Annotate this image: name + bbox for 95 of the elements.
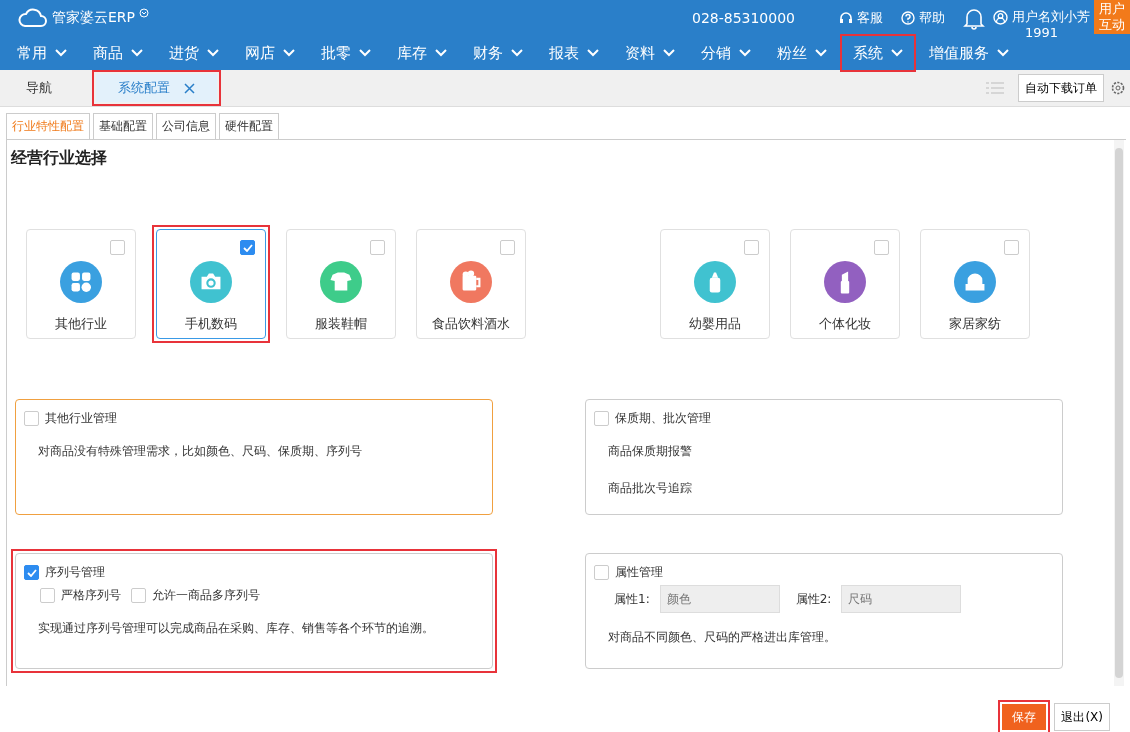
sub-tab[interactable]: 行业特性配置 [6, 113, 90, 139]
menu-item[interactable]: 商品 [84, 38, 152, 68]
app-logo: 管家婆云ERP [52, 9, 135, 27]
option-label: 严格序列号 [61, 587, 121, 604]
description-text: 对商品没有特殊管理需求，比如颜色、尺码、保质期、序列号 [38, 443, 363, 460]
scrollbar[interactable] [1114, 140, 1124, 686]
industry-card[interactable]: 服装鞋帽 [286, 229, 396, 339]
menu-item[interactable]: 库存 [388, 38, 456, 68]
menu-item[interactable]: 分销 [692, 38, 760, 68]
industry-label: 家居家纺 [949, 315, 1001, 333]
industry-card[interactable]: 食品饮料酒水 [416, 229, 526, 339]
phone-number: 028-85310000 [691, 10, 795, 26]
industry-label: 幼婴用品 [689, 315, 741, 333]
panel-title: 保质期、批次管理 [615, 410, 711, 427]
headset-icon [839, 11, 853, 25]
panel-title: 属性管理 [615, 564, 663, 581]
checkbox[interactable] [874, 240, 889, 255]
checkbox[interactable] [1004, 240, 1019, 255]
chevron-down-icon [283, 49, 295, 57]
checkbox[interactable] [24, 565, 39, 580]
industry-label: 食品饮料酒水 [432, 315, 510, 333]
chevron-down-icon [207, 49, 219, 57]
checkbox[interactable] [40, 588, 55, 603]
panel-title: 其他行业管理 [45, 410, 117, 427]
checkbox[interactable] [500, 240, 515, 255]
industry-label: 服装鞋帽 [315, 315, 367, 333]
field-label: 属性2: [795, 590, 832, 608]
menu-item[interactable]: 批零 [312, 38, 380, 68]
close-icon[interactable] [184, 82, 195, 94]
industry-card[interactable]: 幼婴用品 [660, 229, 770, 339]
header-link[interactable]: 帮助 [901, 9, 945, 27]
help-icon [901, 11, 915, 25]
menu-item[interactable]: 网店 [236, 38, 304, 68]
user-icon[interactable] [993, 9, 1008, 25]
checkbox[interactable] [110, 240, 125, 255]
checkbox[interactable] [240, 240, 255, 255]
chevron-down-icon [997, 49, 1009, 57]
industry-card[interactable]: 手机数码 [156, 229, 266, 339]
menu-item[interactable]: 进货 [160, 38, 228, 68]
panel-title: 序列号管理 [45, 564, 105, 581]
user-id: 1991 [1024, 25, 1059, 41]
chevron-down-icon [891, 49, 903, 57]
chevron-down-icon [131, 49, 143, 57]
field-label: 属性1: [614, 590, 650, 608]
interaction-button[interactable]: 用户互动 [1094, 0, 1130, 34]
industry-label: 手机数码 [185, 315, 237, 333]
settings-icon[interactable] [1110, 80, 1126, 96]
checkbox[interactable] [594, 565, 609, 580]
industry-card[interactable]: 其他行业 [26, 229, 136, 339]
chevron-down-icon [359, 49, 371, 57]
bell-icon[interactable] [963, 6, 985, 30]
option-label: 允许一商品多序列号 [152, 587, 260, 604]
chevron-down-icon [815, 49, 827, 57]
checkbox[interactable] [131, 588, 146, 603]
industry-card[interactable]: 个体化妆 [790, 229, 900, 339]
industry-card[interactable]: 家居家纺 [920, 229, 1030, 339]
menu-item[interactable]: 常用 [8, 38, 76, 68]
exit-button[interactable]: 退出(X) [1054, 703, 1110, 731]
cloud-logo-icon [18, 8, 48, 28]
menu-item[interactable]: 增值服务 [920, 38, 1018, 68]
menu-item[interactable]: 财务 [464, 38, 532, 68]
menu-item[interactable]: 系统 [844, 38, 912, 68]
description-text: 商品批次号追踪 [608, 480, 693, 497]
tab[interactable]: 导航 [4, 74, 74, 102]
section-title: 经营行业选择 [11, 148, 108, 169]
description-text: 对商品不同颜色、尺码的严格进出库管理。 [608, 629, 837, 646]
sub-tab[interactable]: 基础配置 [93, 113, 153, 139]
checkbox[interactable] [594, 411, 609, 426]
tab[interactable]: 系统配置 [96, 74, 217, 102]
sub-tab[interactable]: 公司信息 [156, 113, 216, 139]
industry-label: 个体化妆 [819, 315, 871, 333]
list-icon[interactable] [986, 81, 1004, 95]
checkbox[interactable] [24, 411, 39, 426]
chevron-down-icon [663, 49, 675, 57]
chevron-down-icon [587, 49, 599, 57]
chevron-down-icon[interactable] [139, 8, 149, 18]
description-text: 商品保质期报警 [608, 443, 693, 460]
chevron-down-icon [511, 49, 523, 57]
sub-tab[interactable]: 硬件配置 [219, 113, 279, 139]
input-field[interactable]: 颜色 [659, 585, 780, 613]
chevron-down-icon [739, 49, 751, 57]
menu-item[interactable]: 粉丝 [768, 38, 836, 68]
auto-download-button[interactable]: 自动下载订单 [1018, 74, 1104, 102]
industry-label: 其他行业 [55, 315, 107, 333]
chevron-down-icon [55, 49, 67, 57]
menu-item[interactable]: 报表 [540, 38, 608, 68]
header-link[interactable]: 客服 [839, 9, 883, 27]
user-name[interactable]: 用户名刘小芳 [1012, 9, 1090, 25]
menu-item[interactable]: 资料 [616, 38, 684, 68]
save-button[interactable]: 保存 [1002, 704, 1047, 730]
checkbox[interactable] [744, 240, 759, 255]
chevron-down-icon [435, 49, 447, 57]
description-text: 实现通过序列号管理可以完成商品在采购、库存、销售等各个环节的追溯。 [38, 620, 435, 637]
checkbox[interactable] [370, 240, 385, 255]
input-field[interactable]: 尺码 [841, 585, 962, 613]
